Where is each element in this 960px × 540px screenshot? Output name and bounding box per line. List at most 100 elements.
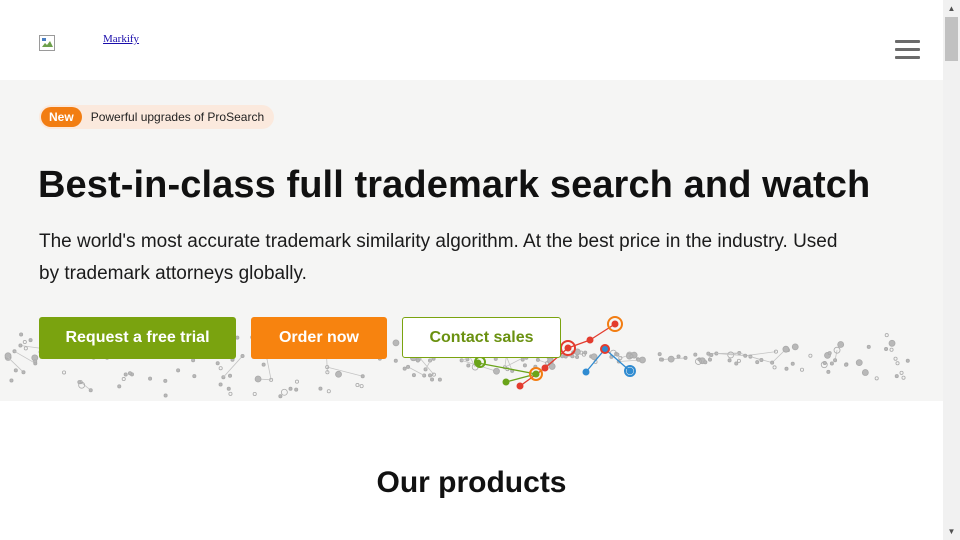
hamburger-menu-icon[interactable]	[895, 40, 921, 60]
network-node	[855, 359, 863, 367]
network-node	[889, 347, 894, 352]
network-node	[406, 364, 411, 369]
network-node	[895, 361, 900, 366]
network-node	[9, 378, 14, 383]
network-node	[905, 358, 910, 363]
network-node	[782, 345, 790, 353]
network-node	[657, 352, 662, 357]
network-node	[874, 376, 879, 381]
order-now-button[interactable]: Order now	[251, 317, 387, 359]
network-node	[827, 351, 832, 356]
network-node	[826, 369, 831, 374]
network-node	[176, 368, 181, 373]
network-node	[392, 339, 400, 347]
network-highlight-edge	[589, 323, 616, 341]
network-node	[535, 357, 540, 362]
network-node	[493, 367, 500, 375]
network-node	[430, 377, 435, 382]
vertical-scrollbar[interactable]: ▲ ▼	[943, 0, 960, 540]
network-node	[261, 362, 266, 367]
network-node	[734, 361, 739, 366]
network-node	[218, 382, 223, 387]
network-node	[77, 380, 82, 385]
network-node	[226, 386, 231, 391]
promo-pill[interactable]: New Powerful upgrades of ProSearch	[39, 105, 275, 129]
network-highlight-node	[626, 367, 634, 375]
broken-image-icon	[39, 35, 55, 51]
network-node	[148, 376, 153, 381]
network-edge	[407, 366, 425, 376]
network-node	[411, 373, 416, 378]
network-node	[294, 387, 299, 392]
network-node	[393, 358, 398, 363]
network-node	[62, 370, 67, 375]
network-node	[833, 358, 838, 363]
network-node	[901, 375, 906, 380]
network-node	[326, 389, 331, 394]
network-node	[192, 374, 197, 379]
network-node	[884, 333, 889, 338]
network-node	[888, 339, 896, 347]
network-node	[707, 357, 712, 362]
network-node	[709, 352, 714, 357]
network-node	[402, 366, 407, 371]
network-node	[355, 383, 360, 388]
promo-text: Powerful upgrades of ProSearch	[90, 110, 265, 124]
products-heading: Our products	[376, 466, 567, 499]
network-highlight-node	[532, 370, 540, 378]
network-node	[19, 332, 24, 337]
network-node	[808, 353, 813, 358]
network-node	[866, 344, 871, 349]
network-node	[28, 338, 33, 343]
network-node	[736, 358, 741, 363]
network-node	[861, 369, 869, 376]
network-node	[415, 358, 420, 363]
scroll-down-arrow-icon[interactable]: ▼	[943, 523, 960, 540]
network-node	[117, 384, 122, 389]
network-highlight-node	[611, 320, 619, 328]
network-node	[121, 377, 126, 382]
network-node	[13, 368, 18, 373]
network-node	[759, 357, 764, 362]
network-node	[33, 359, 38, 364]
network-highlight-node	[516, 382, 524, 390]
network-node	[791, 343, 799, 351]
network-node	[520, 357, 525, 362]
network-node	[466, 363, 471, 368]
network-node	[252, 392, 257, 397]
network-node	[676, 354, 681, 359]
network-node	[18, 343, 23, 348]
network-node	[240, 353, 245, 358]
network-highlight-node	[586, 336, 594, 344]
scroll-thumb[interactable]	[945, 17, 958, 61]
network-node	[575, 355, 580, 360]
network-node	[727, 358, 732, 363]
hero-section: New Powerful upgrades of ProSearch Best-…	[0, 80, 943, 401]
network-highlight-node	[541, 364, 549, 372]
site-header: Markify	[0, 0, 943, 80]
network-highlight-node	[502, 378, 510, 386]
network-node	[280, 388, 288, 396]
network-node	[844, 362, 849, 367]
network-node	[755, 360, 760, 365]
network-node	[770, 360, 775, 365]
network-node	[431, 372, 436, 377]
network-node	[288, 386, 293, 391]
network-edge	[266, 357, 272, 380]
network-highlight-node	[564, 344, 572, 352]
network-node	[683, 355, 688, 360]
network-node	[127, 371, 132, 376]
scroll-up-arrow-icon[interactable]: ▲	[943, 0, 960, 17]
network-node	[191, 358, 196, 363]
contact-sales-button[interactable]: Contact sales	[402, 317, 561, 358]
network-node	[359, 384, 364, 389]
network-node	[22, 340, 27, 345]
network-node	[235, 335, 240, 340]
logo-link[interactable]: Markify	[103, 33, 139, 45]
network-node	[254, 375, 262, 383]
network-node	[294, 379, 299, 384]
request-free-trial-button[interactable]: Request a free trial	[39, 317, 236, 359]
network-highlight-node	[582, 368, 590, 376]
network-node	[228, 391, 233, 396]
network-node	[437, 377, 442, 382]
